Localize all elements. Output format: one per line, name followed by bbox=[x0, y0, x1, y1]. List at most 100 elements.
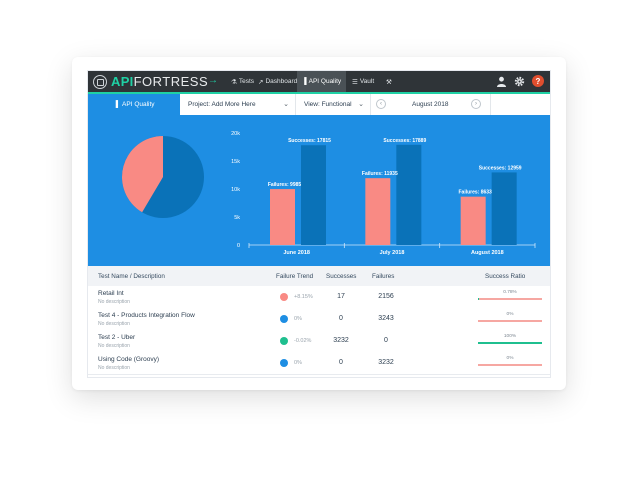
successes-count: 17 bbox=[337, 293, 345, 300]
failures-value-label: Failures: 9985 bbox=[268, 182, 302, 188]
nav-item-dashboard[interactable]: ↗ Dashboard bbox=[253, 71, 302, 92]
failures-value-label: Failures: 8633 bbox=[458, 190, 492, 196]
failure-trend: 0% bbox=[294, 360, 302, 366]
y-tick-label: 5k bbox=[234, 215, 240, 221]
apifortress-logo[interactable]: API FORTRESS bbox=[93, 73, 208, 90]
test-name[interactable]: Test 2 - Uber bbox=[98, 334, 135, 341]
successes-value-label: Successes: 17889 bbox=[383, 138, 426, 144]
failure-trend: 0% bbox=[294, 316, 302, 322]
quality-charts: 0 5k 10k 15k 20k Failures: 9985 Successes: 178… bbox=[122, 131, 536, 256]
nav-arrow-icon[interactable]: → bbox=[208, 75, 218, 86]
x-category-label: June 2018 bbox=[283, 250, 310, 256]
success-ratio-fill bbox=[478, 342, 542, 344]
x-category-label: August 2018 bbox=[471, 250, 504, 256]
test-description: No description bbox=[98, 365, 130, 371]
trend-dot bbox=[280, 315, 288, 323]
test-description: No description bbox=[98, 321, 130, 327]
filter-bar: ▐ API Quality Project: Add More Here ⌄ V… bbox=[88, 94, 550, 116]
success-ratio-label: 0.78% bbox=[503, 290, 517, 295]
successes-value-label: Successes: 17815 bbox=[288, 138, 331, 144]
month-selector: ‹ August 2018 › bbox=[371, 94, 491, 115]
logo-api-text: API bbox=[111, 74, 134, 89]
test-name[interactable]: Test 4 - Products Integration Flow bbox=[98, 312, 195, 319]
logo-fortress-text: FORTRESS bbox=[133, 74, 209, 89]
gear-icon[interactable] bbox=[513, 75, 525, 87]
failure-trend: +8.15% bbox=[294, 294, 313, 300]
project-dropdown-label: Project: Add More Here bbox=[188, 101, 256, 108]
next-month-button[interactable]: › bbox=[471, 99, 481, 109]
table-row[interactable]: Retail Int No description +8.15% 17 2156… bbox=[88, 286, 550, 309]
nav-item-vault-label: Vault bbox=[359, 78, 375, 85]
bar-chart-icon: ▐ bbox=[302, 78, 307, 85]
chevron-down-icon: ⌄ bbox=[283, 101, 289, 108]
trend-dot bbox=[280, 337, 288, 345]
tab-api-quality-label: API Quality bbox=[122, 101, 155, 108]
success-ratio-bar bbox=[478, 364, 542, 366]
y-tick-label: 20k bbox=[231, 131, 240, 137]
flask-icon: ⚗ bbox=[231, 78, 237, 86]
vault-icon: ☰ bbox=[352, 78, 358, 86]
successes-count: 3232 bbox=[333, 337, 349, 344]
failures-bar bbox=[365, 178, 391, 245]
tab-api-quality[interactable]: ▐ API Quality bbox=[88, 94, 180, 115]
nav-item-api-quality[interactable]: ▐ API Quality bbox=[297, 71, 347, 92]
success-ratio-label: 0% bbox=[506, 312, 514, 317]
failures-count: 3232 bbox=[378, 359, 394, 366]
success-ratio-bar bbox=[478, 320, 542, 322]
successes-bar bbox=[301, 145, 326, 245]
failures-count: 3243 bbox=[378, 315, 394, 322]
x-category-label: July 2018 bbox=[380, 250, 405, 256]
chart-icon: ↗ bbox=[258, 78, 264, 86]
logo-mark-icon bbox=[93, 74, 107, 89]
wrench-icon: ⚒ bbox=[386, 78, 392, 86]
success-ratio-label: 100% bbox=[503, 334, 517, 339]
failures-count: 2156 bbox=[378, 293, 394, 300]
header-test-name[interactable]: Test Name / Description bbox=[98, 273, 165, 280]
success-ratio-bar bbox=[478, 298, 542, 300]
view-dropdown[interactable]: View: Functional ⌄ bbox=[296, 94, 371, 115]
success-ratio-bar bbox=[478, 342, 542, 344]
failures-bar bbox=[460, 196, 486, 245]
header-failures[interactable]: Failures bbox=[372, 273, 394, 280]
nav-item-tools[interactable]: ⚒ bbox=[381, 71, 399, 92]
failures-value-label: Failures: 11935 bbox=[362, 171, 398, 177]
failures-count: 0 bbox=[384, 337, 388, 344]
table-row[interactable]: Test 4 - Products Integration Flow No de… bbox=[88, 308, 550, 331]
successes-bar bbox=[396, 144, 422, 245]
test-name[interactable]: Retail Int bbox=[98, 290, 124, 297]
chevron-down-icon: ⌄ bbox=[358, 101, 364, 108]
y-tick-label: 10k bbox=[231, 187, 240, 193]
successes-bar bbox=[491, 172, 517, 245]
trend-dot bbox=[280, 293, 288, 301]
failure-trend: -0.02% bbox=[294, 338, 312, 344]
user-icon[interactable] bbox=[495, 75, 507, 87]
successes-count: 0 bbox=[339, 315, 343, 322]
header-success-ratio[interactable]: Success Ratio bbox=[485, 273, 525, 280]
table-header: Test Name / Description Failure Trend Su… bbox=[88, 266, 550, 286]
quality-chart-panel: 0 5k 10k 15k 20k Failures: 9985 Successes: 178… bbox=[88, 115, 550, 266]
test-description: No description bbox=[98, 343, 130, 349]
nav-item-tests-label: Tests bbox=[238, 78, 254, 85]
failures-bar bbox=[270, 189, 295, 245]
month-label: August 2018 bbox=[412, 101, 449, 108]
success-ratio-label: 0% bbox=[506, 356, 514, 361]
header-failure-trend[interactable]: Failure Trend bbox=[276, 273, 313, 280]
app-window: API FORTRESS → ⚗ Tests ↗ Dashboard ▐ API … bbox=[87, 70, 551, 378]
test-name[interactable]: Using Code (Groovy) bbox=[98, 356, 159, 363]
top-nav-bar: API FORTRESS → ⚗ Tests ↗ Dashboard ▐ API … bbox=[88, 71, 550, 92]
bar-chart-icon: ▐ bbox=[113, 101, 119, 108]
successes-value-label: Successes: 12959 bbox=[479, 165, 522, 171]
test-description: No description bbox=[98, 299, 130, 305]
help-icon[interactable]: ? bbox=[532, 75, 544, 87]
trend-dot bbox=[280, 359, 288, 367]
y-tick-label: 15k bbox=[231, 159, 240, 165]
table-row[interactable]: Using Code (Groovy) No description 0% 0 … bbox=[88, 352, 550, 375]
header-successes[interactable]: Successes bbox=[326, 273, 356, 280]
view-dropdown-label: View: Functional bbox=[304, 101, 352, 108]
nav-item-dashboard-label: Dashboard bbox=[265, 78, 298, 85]
table-row[interactable]: Test 2 - Uber No description -0.02% 3232… bbox=[88, 330, 550, 353]
project-dropdown[interactable]: Project: Add More Here ⌄ bbox=[180, 94, 296, 115]
nav-item-api-quality-label: API Quality bbox=[308, 78, 342, 85]
nav-item-vault[interactable]: ☰ Vault bbox=[347, 71, 379, 92]
previous-month-button[interactable]: ‹ bbox=[376, 99, 386, 109]
